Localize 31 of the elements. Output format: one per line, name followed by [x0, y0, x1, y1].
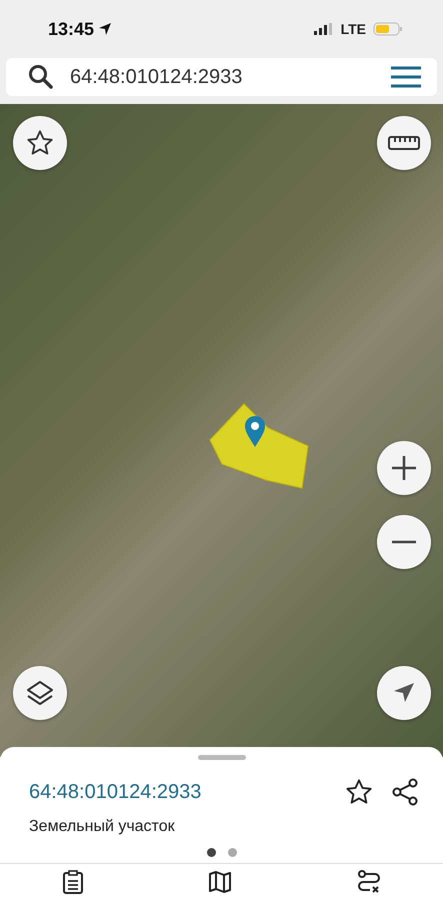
- map-pin-icon: [244, 416, 266, 448]
- location-arrow-button[interactable]: [377, 666, 431, 720]
- plus-icon: [391, 455, 417, 481]
- menu-icon[interactable]: [391, 66, 421, 88]
- search-field[interactable]: 64:48:010124:2933: [6, 58, 437, 96]
- star-button[interactable]: [13, 116, 67, 170]
- page-dot[interactable]: [206, 848, 216, 857]
- layers-button[interactable]: [13, 666, 67, 720]
- route-icon[interactable]: [356, 870, 381, 894]
- page-dot[interactable]: [228, 848, 236, 857]
- signal-icon: [314, 23, 334, 35]
- location-arrow-icon: [98, 22, 112, 36]
- search-input[interactable]: 64:48:010124:2933: [70, 66, 375, 88]
- battery-icon: [373, 22, 403, 36]
- minus-button[interactable]: [377, 515, 431, 569]
- layers-icon: [26, 679, 54, 707]
- star-icon: [26, 129, 54, 157]
- network-type: LTE: [340, 21, 366, 37]
- ruler-icon: [388, 134, 420, 152]
- parcel-type: Земельный участок: [28, 817, 176, 836]
- parcel-number: 64:48:010124:2933: [29, 780, 202, 804]
- map-icon[interactable]: [208, 870, 232, 894]
- drag-handle[interactable]: [198, 755, 246, 760]
- minus-icon: [391, 540, 417, 544]
- favorite-star-icon[interactable]: [345, 778, 373, 806]
- search-icon: [28, 64, 54, 90]
- clock-time: 13:45: [48, 18, 94, 40]
- ruler-button[interactable]: [377, 116, 431, 170]
- share-icon[interactable]: [391, 778, 419, 806]
- plus-button[interactable]: [377, 441, 431, 495]
- clipboard-icon[interactable]: [62, 870, 84, 894]
